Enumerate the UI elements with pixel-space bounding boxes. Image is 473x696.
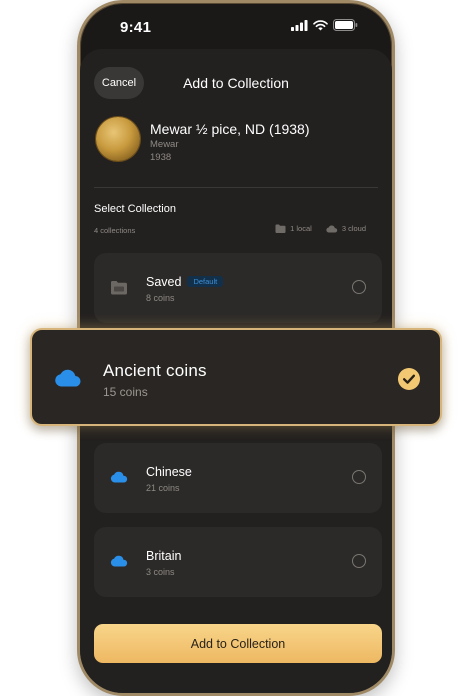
collection-item-saved[interactable]: Saved Default 8 coins bbox=[94, 253, 382, 323]
collection-item-chinese[interactable]: Chinese 21 coins bbox=[94, 443, 382, 513]
collection-radio[interactable] bbox=[352, 470, 366, 484]
collection-radio[interactable] bbox=[352, 554, 366, 568]
collection-item-britain[interactable]: Britain 3 coins bbox=[94, 527, 382, 597]
collection-count-text: 15 coins bbox=[103, 385, 148, 399]
collection-count-text: 21 coins bbox=[146, 483, 180, 493]
local-count: 1 local bbox=[290, 224, 312, 233]
divider bbox=[94, 187, 378, 188]
default-badge: Default bbox=[187, 276, 224, 287]
coin-thumbnail bbox=[96, 117, 140, 161]
battery-icon bbox=[333, 19, 358, 31]
select-collection-label: Select Collection bbox=[94, 203, 176, 215]
folder-icon bbox=[275, 224, 286, 233]
collection-count: 4 collections bbox=[94, 226, 136, 235]
collection-name: Britain bbox=[146, 549, 182, 563]
checkmark-icon[interactable] bbox=[398, 368, 420, 390]
collection-name: Ancient coins bbox=[103, 361, 207, 380]
signal-icon bbox=[291, 19, 308, 31]
collection-item-ancient-coins[interactable]: Ancient coins 15 coins bbox=[30, 328, 442, 426]
collection-name: Saved Default bbox=[146, 275, 224, 289]
cloud-icon bbox=[110, 470, 128, 488]
cloud-icon bbox=[54, 368, 82, 392]
collection-count-text: 8 coins bbox=[146, 293, 175, 303]
coin-title: Mewar ½ pice, ND (1938) bbox=[150, 121, 310, 137]
coin-year: 1938 bbox=[150, 152, 172, 163]
sheet-title: Add to Collection bbox=[183, 75, 289, 91]
cloud-icon bbox=[326, 225, 338, 233]
add-to-collection-button[interactable]: Add to Collection bbox=[94, 624, 382, 663]
wifi-icon bbox=[313, 19, 328, 30]
cloud-icon bbox=[110, 554, 128, 572]
collection-count-text: 3 coins bbox=[146, 567, 175, 577]
coin-region: Mewar bbox=[150, 139, 179, 150]
collection-radio[interactable] bbox=[352, 280, 366, 294]
status-icons bbox=[291, 19, 358, 31]
collection-name: Chinese bbox=[146, 465, 192, 479]
folder-icon bbox=[110, 280, 128, 300]
storage-summary: 1 local 3 cloud bbox=[275, 224, 366, 233]
status-bar: 9:41 bbox=[80, 3, 392, 51]
cloud-count: 3 cloud bbox=[341, 224, 366, 233]
status-time: 9:41 bbox=[120, 19, 152, 36]
